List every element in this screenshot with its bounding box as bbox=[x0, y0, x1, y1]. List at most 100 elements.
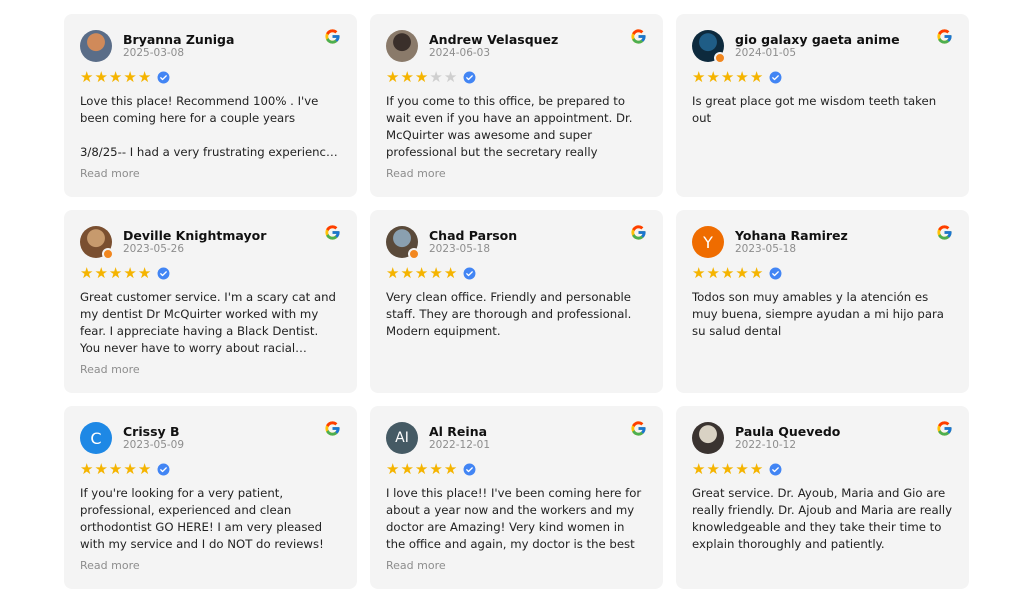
reviewer-meta: gio galaxy gaeta anime 2024-01-05 bbox=[735, 32, 900, 61]
reviewer-meta: Al Reina 2022-12-01 bbox=[429, 424, 490, 453]
review-card: C Crissy B 2023-05-09 ★ ★ ★ ★ ★ If you're lo… bbox=[64, 406, 357, 589]
local-guide-badge bbox=[102, 248, 114, 260]
reviewer-name: Al Reina bbox=[429, 423, 488, 439]
star-icon: ★ bbox=[80, 263, 94, 282]
google-g-icon bbox=[937, 29, 952, 44]
review-header: Deville Knightmayor 2023-05-26 bbox=[80, 225, 341, 260]
review-header: Andrew Velasquez 2024-06-03 bbox=[386, 29, 647, 63]
star-icon: ★ bbox=[443, 67, 458, 86]
verified-check-icon bbox=[157, 71, 170, 83]
star-icon: ★ bbox=[749, 67, 764, 86]
star-icon: ★ bbox=[443, 459, 458, 478]
review-text: I love this place!! I've been coming her… bbox=[386, 486, 642, 551]
reviewer-name: Bryanna Zuniga bbox=[123, 31, 235, 47]
reviewer-meta: Deville Knightmayor 2023-05-26 bbox=[123, 228, 266, 257]
star-rating: ★ ★ ★ ★ ★ bbox=[80, 265, 341, 281]
google-g-icon bbox=[325, 29, 340, 44]
google-g-icon bbox=[631, 421, 646, 436]
star-icon: ★ bbox=[692, 67, 706, 86]
star-rating: ★ ★ ★ ★ ★ bbox=[386, 265, 647, 281]
star-icon: ★ bbox=[414, 67, 429, 86]
review-text: Great customer service. I'm a scary cat … bbox=[80, 290, 336, 355]
verified-check-icon bbox=[463, 71, 476, 83]
google-g-icon bbox=[937, 225, 952, 240]
reviewer-meta: Bryanna Zuniga 2025-03-08 bbox=[123, 32, 234, 61]
star-icon: ★ bbox=[720, 263, 735, 282]
review-header: gio galaxy gaeta anime 2024-01-05 bbox=[692, 29, 953, 64]
read-more-link[interactable]: Read more bbox=[80, 363, 140, 376]
review-date: 2025-03-08 bbox=[123, 47, 185, 60]
star-icon: ★ bbox=[720, 67, 735, 86]
review-card: Chad Parson 2023-05-18 ★ ★ ★ ★ ★ Very clean … bbox=[370, 210, 663, 393]
reviewer-name: gio galaxy gaeta anime bbox=[735, 31, 900, 47]
review-date: 2023-05-18 bbox=[735, 243, 797, 256]
review-header: Chad Parson 2023-05-18 bbox=[386, 225, 647, 260]
star-icon: ★ bbox=[706, 263, 720, 282]
avatar: Y bbox=[692, 226, 724, 258]
avatar bbox=[692, 30, 726, 64]
star-icon: ★ bbox=[123, 263, 137, 282]
verified-check-icon bbox=[463, 463, 476, 475]
star-icon: ★ bbox=[137, 459, 152, 478]
star-icon: ★ bbox=[386, 263, 400, 282]
verified-check-icon bbox=[157, 463, 170, 475]
verified-check-icon bbox=[769, 463, 782, 475]
review-date: 2022-10-12 bbox=[735, 439, 797, 452]
star-icon: ★ bbox=[137, 67, 152, 86]
reviewer-name: Yohana Ramirez bbox=[735, 227, 848, 243]
star-icon: ★ bbox=[429, 459, 443, 478]
star-icon: ★ bbox=[429, 67, 443, 86]
review-card: Paula Quevedo 2022-10-12 ★ ★ ★ ★ ★ Great ser… bbox=[676, 406, 969, 589]
star-icon: ★ bbox=[80, 459, 94, 478]
star-icon: ★ bbox=[123, 67, 137, 86]
star-icon: ★ bbox=[735, 67, 749, 86]
star-icon: ★ bbox=[386, 67, 400, 86]
read-more-link[interactable]: Read more bbox=[80, 559, 140, 572]
star-rating: ★ ★ ★ ★ ★ bbox=[692, 461, 953, 477]
review-header: C Crissy B 2023-05-09 bbox=[80, 421, 341, 455]
star-icon: ★ bbox=[720, 459, 735, 478]
star-rating: ★ ★ ★ ★ ★ bbox=[80, 461, 341, 477]
review-card: Y Yohana Ramirez 2023-05-18 ★ ★ ★ ★ ★ Todos … bbox=[676, 210, 969, 393]
star-icon: ★ bbox=[443, 263, 458, 282]
google-g-icon bbox=[631, 225, 646, 240]
review-card: Andrew Velasquez 2024-06-03 ★ ★ ★ ★ ★ If you… bbox=[370, 14, 663, 197]
review-header: Bryanna Zuniga 2025-03-08 bbox=[80, 29, 341, 63]
star-icon: ★ bbox=[137, 263, 152, 282]
star-rating: ★ ★ ★ ★ ★ bbox=[386, 461, 647, 477]
review-text: Todos son muy amables y la atención es m… bbox=[692, 290, 944, 338]
review-text: Great service. Dr. Ayoub, Maria and Gio … bbox=[692, 486, 953, 551]
read-more-link[interactable]: Read more bbox=[386, 559, 446, 572]
review-card: gio galaxy gaeta anime 2024-01-05 ★ ★ ★ ★ ★ … bbox=[676, 14, 969, 197]
review-text: If you're looking for a very patient, pr… bbox=[80, 486, 324, 551]
review-text: If you come to this office, be prepared … bbox=[386, 94, 633, 159]
avatar: AI bbox=[386, 422, 418, 454]
review-card: AI Al Reina 2022-12-01 ★ ★ ★ ★ ★ I love this… bbox=[370, 406, 663, 589]
star-icon: ★ bbox=[123, 459, 137, 478]
review-header: Paula Quevedo 2022-10-12 bbox=[692, 421, 953, 455]
star-icon: ★ bbox=[749, 459, 764, 478]
star-icon: ★ bbox=[94, 459, 108, 478]
star-icon: ★ bbox=[108, 67, 123, 86]
google-g-icon bbox=[937, 421, 952, 436]
read-more-link[interactable]: Read more bbox=[386, 167, 446, 180]
star-icon: ★ bbox=[749, 263, 764, 282]
reviewer-name: Crissy B bbox=[123, 423, 180, 439]
star-icon: ★ bbox=[400, 67, 414, 86]
star-icon: ★ bbox=[80, 67, 94, 86]
review-date: 2023-05-26 bbox=[123, 243, 185, 256]
avatar: C bbox=[80, 422, 112, 454]
reviewer-name: Chad Parson bbox=[429, 227, 518, 243]
star-icon: ★ bbox=[94, 263, 108, 282]
star-icon: ★ bbox=[735, 459, 749, 478]
google-g-icon bbox=[325, 421, 340, 436]
star-rating: ★ ★ ★ ★ ★ bbox=[692, 265, 953, 281]
review-text: Love this place! Recommend 100% . I've b… bbox=[80, 94, 338, 159]
review-date: 2022-12-01 bbox=[429, 439, 491, 452]
star-icon: ★ bbox=[706, 67, 720, 86]
read-more-link[interactable]: Read more bbox=[80, 167, 140, 180]
reviewer-meta: Chad Parson 2023-05-18 bbox=[429, 228, 517, 257]
avatar bbox=[80, 30, 112, 62]
review-date: 2024-01-05 bbox=[735, 47, 797, 60]
avatar bbox=[386, 30, 418, 62]
